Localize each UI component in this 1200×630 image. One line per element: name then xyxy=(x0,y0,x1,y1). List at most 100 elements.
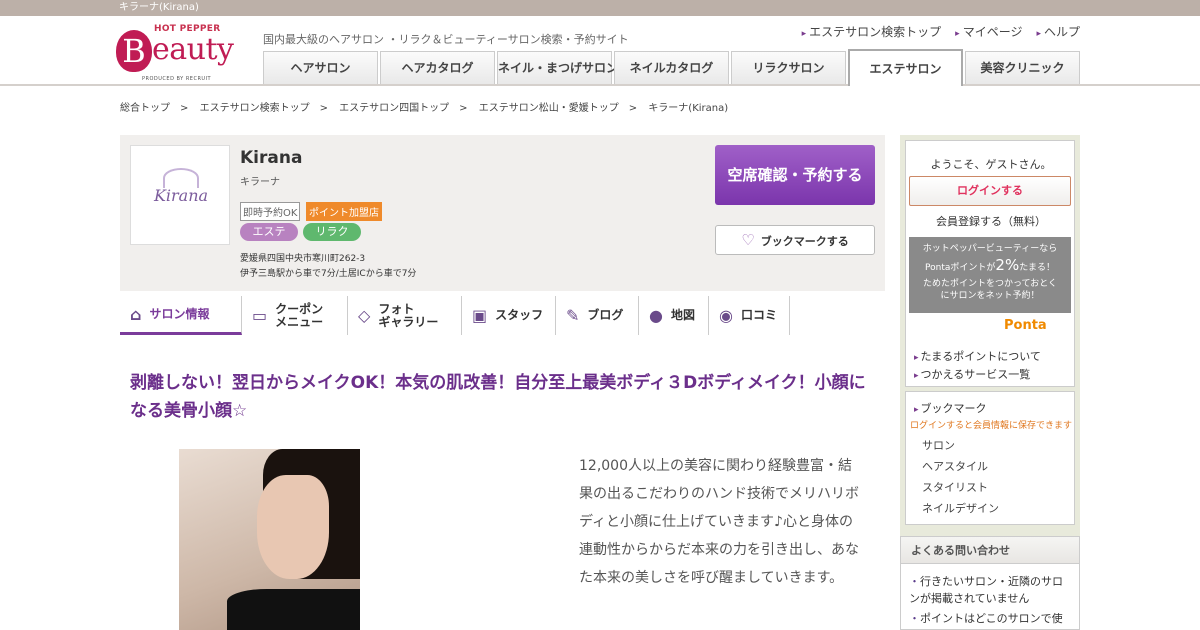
ponta-line-4: にサロンをネット予約！ xyxy=(940,291,1040,301)
subnav-label: ブログ xyxy=(587,308,624,322)
subnav-label: スタッフ xyxy=(495,308,544,322)
instant-booking-badge: 即時予約OK xyxy=(240,202,301,221)
breadcrumb-separator: > xyxy=(628,103,638,114)
welcome-text: ようこそ、ゲストさん。 xyxy=(930,158,1052,171)
tab-nail-catalog[interactable]: ネイルカタログ xyxy=(614,51,729,84)
point-member-badge: ポイント加盟店 xyxy=(306,202,382,221)
link-ponta-services[interactable]: つかえるサービス一覧 xyxy=(914,366,1031,382)
coupon-icon: ▭ xyxy=(252,306,268,325)
subnav-map[interactable]: ● 地図 xyxy=(639,296,709,335)
salon-subnav: ⌂ サロン情報 ▭ クーポン メニュー ◇ フォト ギャラリー ▣ スタッフ ✎ ブログ … xyxy=(120,296,790,336)
salon-header-box: Kirana Kirana キラーナ 即時予約OK ポイント加盟店 エステ リラ… xyxy=(120,135,885,291)
bookmark-hairstyle-link[interactable]: ヘアスタイル xyxy=(922,458,988,474)
link-help[interactable]: ヘルプ xyxy=(1036,23,1080,40)
link-mypage[interactable]: マイページ xyxy=(955,23,1023,40)
login-button[interactable]: ログインする xyxy=(909,176,1071,206)
tab-esthetic-salon[interactable]: エステサロン xyxy=(848,49,963,86)
link-ponta-earn[interactable]: たまるポイントについて xyxy=(914,348,1041,364)
salon-logo-ornament xyxy=(163,168,199,188)
site-tagline: 国内最大級のヘアサロン ・リラク＆ビューティーサロン検索・予約サイト xyxy=(263,33,629,46)
ponta-line-3: ためたポイントをつかっておとく xyxy=(922,279,1057,289)
tab-relax-salon[interactable]: リラクサロン xyxy=(731,51,846,84)
faq-item-text: ポイントはどこのサロンで使 xyxy=(920,612,1063,625)
faq-item[interactable]: 行きたいサロン・近隣のサロンが掲載されていません xyxy=(909,573,1069,607)
hotpepper-beauty-logo[interactable]: HOT PEPPER B eauty PRODUCED BY RECRUIT xyxy=(116,22,248,84)
tab-nail-eyelash-salon[interactable]: ネイル・まつげサロン xyxy=(497,51,618,84)
faq-item-text: 行きたいサロン・近隣のサロンが掲載されていません xyxy=(909,575,1063,605)
tab-beauty-clinic[interactable]: 美容クリニック xyxy=(965,51,1080,84)
breadcrumb-top[interactable]: 総合トップ xyxy=(120,103,170,114)
photo-icon: ◇ xyxy=(358,306,371,325)
faq-list: 行きたいサロン・近隣のサロンが掲載されていません ポイントはどこのサロンで使 xyxy=(900,564,1080,630)
photo-face-shape xyxy=(257,475,329,579)
ponta-line-1: ホットペッパービューティーなら xyxy=(922,244,1058,254)
site-header: HOT PEPPER B eauty PRODUCED BY RECRUIT 国… xyxy=(0,16,1200,86)
photo-shirt-shape xyxy=(227,589,360,630)
subnav-label: サロン情報 xyxy=(149,306,210,321)
breadcrumb-separator: > xyxy=(180,103,189,114)
salon-description: 12,000人以上の美容に関わり経験豊富・結果の出るこだわりのハンド技術でメリハ… xyxy=(579,458,859,586)
bookmark-title[interactable]: ブックマーク xyxy=(914,400,987,416)
subnav-photo-gallery[interactable]: ◇ フォト ギャラリー xyxy=(348,296,462,335)
ponta-line-2a: Pontaポイントが xyxy=(925,263,996,273)
salon-logo: Kirana xyxy=(130,145,230,245)
breadcrumb-este-search[interactable]: エステサロン検索トップ xyxy=(200,103,310,114)
ponta-line-2: Pontaポイントが2%たまる！ xyxy=(909,257,1071,276)
breadcrumb-separator: > xyxy=(459,103,468,114)
salon-name: Kirana xyxy=(240,148,303,168)
home-icon: ⌂ xyxy=(130,304,142,324)
window-title: キラーナ(Kirana) xyxy=(119,2,199,13)
link-este-search-top[interactable]: エステサロン検索トップ xyxy=(802,23,941,40)
header-links: エステサロン検索トップ マイページ ヘルプ xyxy=(802,23,1080,40)
salon-logo-text: Kirana xyxy=(153,186,209,205)
subnav-label: クーポン メニュー xyxy=(275,301,324,329)
bookmark-panel: ブックマーク ログインすると会員情報に保存できます サロン ヘアスタイル スタイ… xyxy=(905,391,1075,525)
subnav-reviews[interactable]: ◉ 口コミ xyxy=(709,296,790,335)
faq-header: よくある問い合わせ xyxy=(900,536,1080,564)
ponta-percent: 2% xyxy=(995,256,1020,274)
subnav-label: 口コミ xyxy=(740,308,777,322)
breadcrumb: 総合トップ > エステサロン検索トップ > エステサロン四国トップ > エステサロン松… xyxy=(120,99,732,114)
logo-produced-by: PRODUCED BY RECRUIT xyxy=(142,76,212,82)
map-pin-icon: ● xyxy=(649,306,663,325)
salon-address: 愛媛県四国中央市寒川町262-3 xyxy=(240,254,366,264)
faq-item[interactable]: ポイントはどこのサロンで使 xyxy=(909,610,1069,627)
bookmark-nail-link[interactable]: ネイルデザイン xyxy=(922,500,999,516)
staff-icon: ▣ xyxy=(472,306,488,325)
logo-wordmark: eauty xyxy=(152,32,234,67)
ponta-banner[interactable]: ホットペッパービューティーなら Pontaポイントが2%たまる！ ためたポイント… xyxy=(909,237,1071,313)
member-panel: ようこそ、ゲストさん。 ログインする 会員登録する（無料） ホットペッパービュー… xyxy=(905,140,1075,387)
subnav-staff[interactable]: ▣ スタッフ xyxy=(462,296,556,335)
breadcrumb-shikoku[interactable]: エステサロン四国トップ xyxy=(339,103,449,114)
sidebar: ようこそ、ゲストさん。 ログインする 会員登録する（無料） ホットペッパービュー… xyxy=(900,135,1080,630)
bookmark-stylist-link[interactable]: スタイリスト xyxy=(922,479,988,495)
category-tabs: ヘアサロン ヘアカタログ ネイル・まつげサロン ネイルカタログ リラクサロン エ… xyxy=(263,49,1082,86)
salon-address-block: 愛媛県四国中央市寒川町262-3 伊予三島駅から車で7分/土居ICから車で7分 xyxy=(240,252,416,282)
bookmark-label: ブックマークする xyxy=(760,235,849,248)
salon-staff-photo xyxy=(179,449,360,630)
pen-icon: ✎ xyxy=(566,306,580,325)
subnav-label: フォト ギャラリー xyxy=(378,301,439,329)
subnav-label: 地図 xyxy=(670,308,695,322)
salon-name-kana: キラーナ xyxy=(240,177,280,188)
register-link[interactable]: 会員登録する（無料） xyxy=(906,213,1076,229)
subnav-coupon-menu[interactable]: ▭ クーポン メニュー xyxy=(242,296,348,335)
breadcrumb-matsuyama-ehime[interactable]: エステサロン松山・愛媛トップ xyxy=(479,103,619,114)
category-relax-badge: リラク xyxy=(303,223,361,241)
bookmark-salon-link[interactable]: サロン xyxy=(922,437,955,453)
subnav-salon-info[interactable]: ⌂ サロン情報 xyxy=(120,296,242,335)
window-title-bar: キラーナ(Kirana) xyxy=(0,0,1200,16)
tab-hair-catalog[interactable]: ヘアカタログ xyxy=(380,51,495,84)
tab-hair-salon[interactable]: ヘアサロン xyxy=(263,51,378,84)
bookmark-button[interactable]: ♡ ブックマークする xyxy=(715,225,875,255)
category-este-badge: エステ xyxy=(240,223,298,241)
subnav-blog[interactable]: ✎ ブログ xyxy=(556,296,639,335)
salon-catchphrase: 剥離しない！翌日からメイクOK！本気の肌改善！自分至上最美ボディ３Dボディメイク… xyxy=(130,373,866,421)
salon-access: 伊予三島駅から車で7分/土居ICから車で7分 xyxy=(240,269,417,279)
reserve-button[interactable]: 空席確認・予約する xyxy=(715,145,875,205)
chat-icon: ◉ xyxy=(719,306,733,325)
breadcrumb-current: キラーナ(Kirana) xyxy=(648,103,729,114)
ponta-logo: Ponta xyxy=(1004,318,1047,333)
breadcrumb-separator: > xyxy=(319,103,328,114)
heart-icon: ♡ xyxy=(741,231,755,249)
